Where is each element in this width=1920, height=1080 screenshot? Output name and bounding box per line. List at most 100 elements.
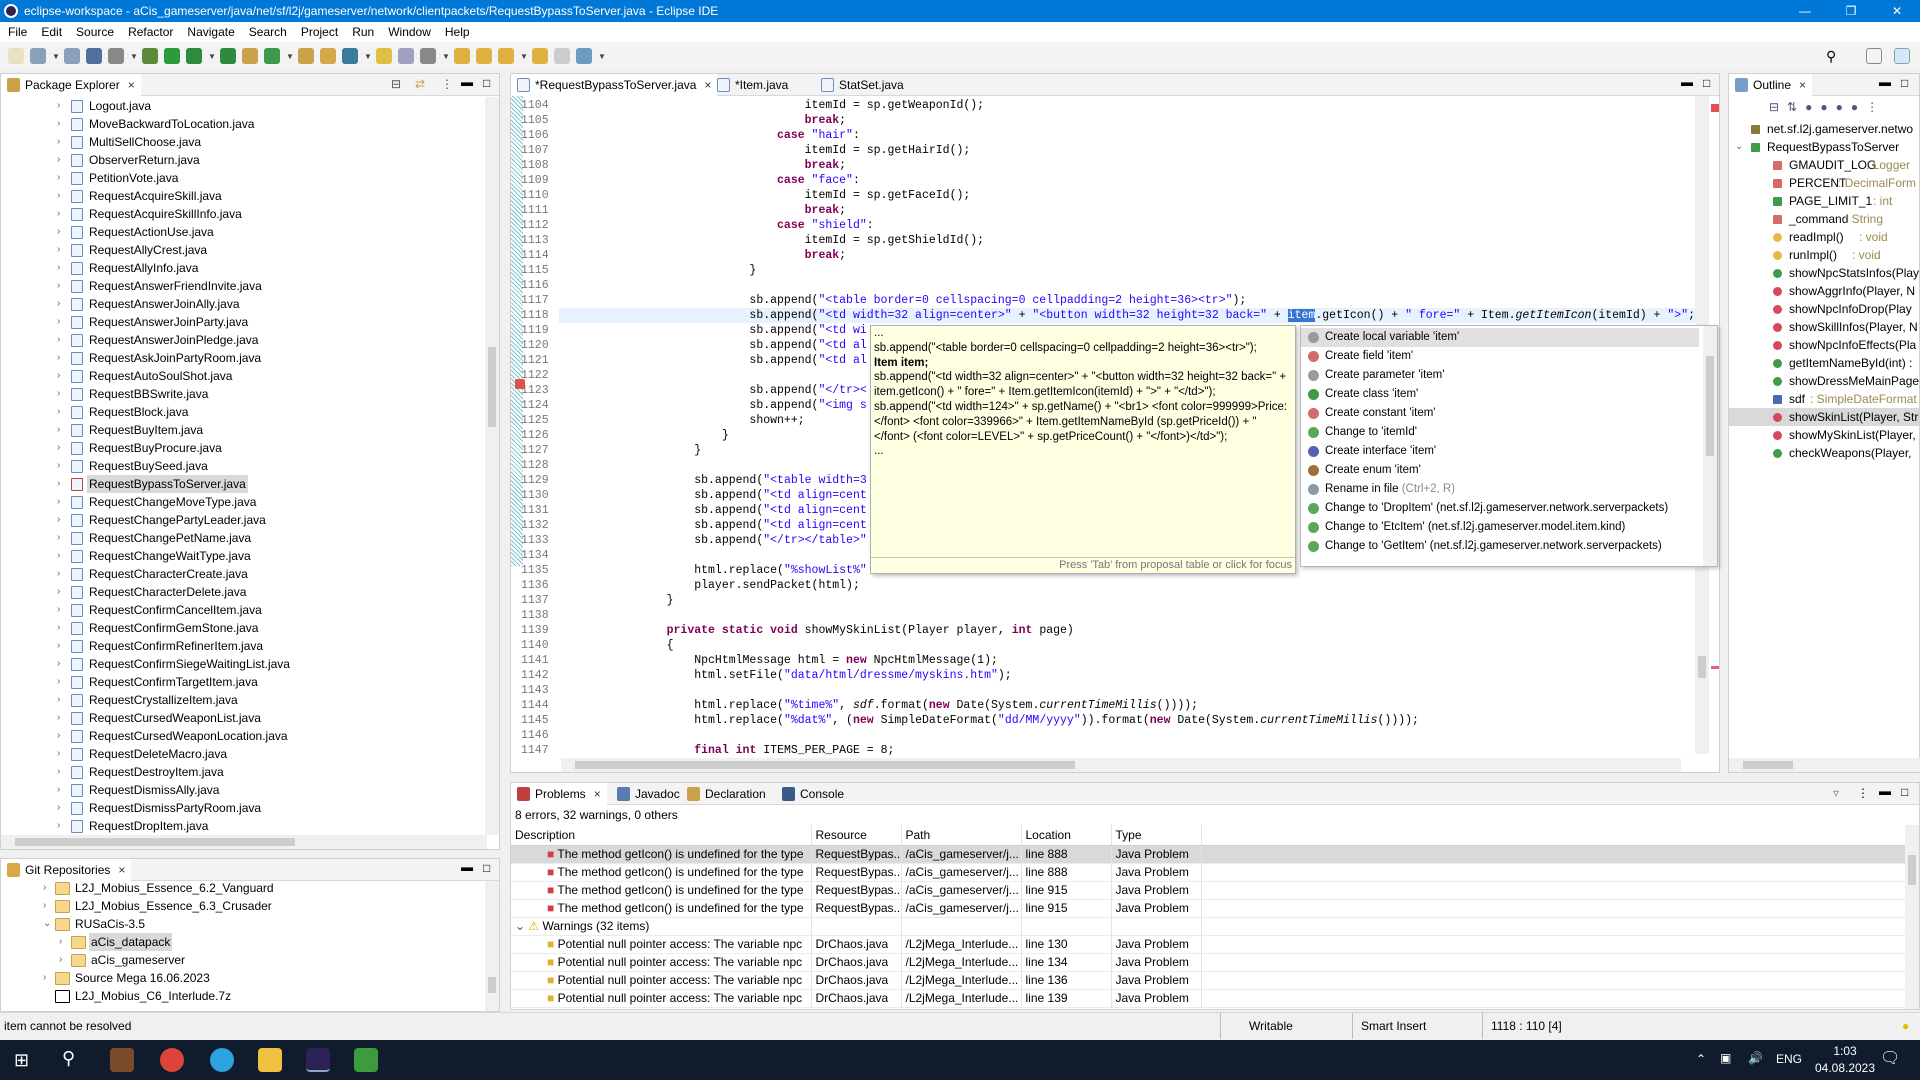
package-item[interactable]: › RequestAcquireSkillInfo.java bbox=[1, 205, 485, 223]
git-repo-item[interactable]: › Source Mega 16.06.2023 bbox=[1, 969, 485, 987]
package-item[interactable]: › RequestBypassToServer.java bbox=[1, 475, 485, 493]
new-java-class-icon[interactable] bbox=[264, 48, 280, 64]
chevron-right-icon[interactable]: › bbox=[57, 97, 67, 115]
column-header[interactable]: Type bbox=[1111, 825, 1202, 846]
table-row[interactable]: ■ Potential null pointer access: The var… bbox=[511, 989, 1906, 1008]
chevron-right-icon[interactable]: › bbox=[57, 727, 67, 745]
package-item[interactable]: › RequestDropItem.java bbox=[1, 817, 485, 835]
package-item[interactable]: › RequestBuySeed.java bbox=[1, 457, 485, 475]
link-with-editor-icon[interactable]: ⇄ bbox=[415, 77, 425, 91]
outline-item[interactable]: showAggrInfo(Player, N bbox=[1729, 282, 1919, 300]
outline-item[interactable]: sdf : SimpleDateFormat bbox=[1729, 390, 1919, 408]
maximize-icon[interactable]: □ bbox=[483, 76, 490, 90]
code-line[interactable]: 1108 break; bbox=[511, 158, 1705, 173]
chevron-right-icon[interactable]: › bbox=[57, 619, 67, 637]
previous-annotation-icon[interactable] bbox=[476, 48, 492, 64]
maximize-icon[interactable]: □ bbox=[1901, 76, 1908, 90]
package-item[interactable]: › RequestBlock.java bbox=[1, 403, 485, 421]
notifications-icon[interactable]: 🗨 bbox=[1880, 1048, 1900, 1068]
outline-item[interactable]: showNpcInfoEffects(Pla bbox=[1729, 336, 1919, 354]
tab-javadoc[interactable]: Javadoc bbox=[611, 783, 686, 805]
filter-icon[interactable]: ▿ bbox=[1833, 786, 1839, 800]
clock-date[interactable]: 04.08.2023 bbox=[1810, 1061, 1880, 1075]
dropdown-arrow-icon[interactable]: ▼ bbox=[520, 52, 528, 61]
outline-item[interactable]: PAGE_LIMIT_1 : int bbox=[1729, 192, 1919, 210]
chevron-right-icon[interactable]: › bbox=[57, 133, 67, 151]
chevron-right-icon[interactable]: › bbox=[57, 547, 67, 565]
table-row[interactable]: ■ The method getIcon() is undefined for … bbox=[511, 899, 1906, 918]
selected-word[interactable]: item bbox=[1287, 309, 1316, 322]
problem-hover-popup[interactable]: ... sb.append("<table border=0 cellspacin… bbox=[870, 325, 1296, 574]
outline-item[interactable]: showNpcStatsInfos(Play bbox=[1729, 264, 1919, 282]
start-button[interactable]: ⊞ bbox=[14, 1050, 29, 1071]
chevron-down-icon[interactable]: ⌄ bbox=[43, 915, 53, 933]
package-item[interactable]: › RequestBBSwrite.java bbox=[1, 385, 485, 403]
coverage-icon[interactable] bbox=[186, 48, 202, 64]
outline-item[interactable]: ⌄ RequestBypassToServer bbox=[1729, 138, 1919, 156]
debug-icon[interactable] bbox=[142, 48, 158, 64]
chevron-down-icon[interactable]: ⌄ bbox=[515, 919, 528, 933]
restore-button[interactable]: ❐ bbox=[1828, 0, 1874, 22]
network-icon[interactable]: ▣ bbox=[1720, 1051, 1731, 1065]
chevron-right-icon[interactable]: › bbox=[57, 295, 67, 313]
maximize-icon[interactable]: □ bbox=[1703, 76, 1710, 90]
package-item[interactable]: › RequestDeleteMacro.java bbox=[1, 745, 485, 763]
search-icon[interactable]: ⚲ bbox=[62, 1048, 75, 1069]
run-icon[interactable] bbox=[164, 48, 180, 64]
menu-project[interactable]: Project bbox=[301, 25, 338, 39]
code-line[interactable]: 1105 break; bbox=[511, 113, 1705, 128]
dropdown-arrow-icon[interactable]: ▼ bbox=[286, 52, 294, 61]
new-java-project-icon[interactable] bbox=[242, 48, 258, 64]
code-line[interactable]: 1141 NpcHtmlMessage html = new NpcHtmlMe… bbox=[511, 653, 1705, 668]
quick-fix-item[interactable]: Rename in file (Ctrl+2, R) bbox=[1301, 480, 1699, 499]
tab-console[interactable]: Console bbox=[776, 783, 850, 805]
menu-search[interactable]: Search bbox=[249, 25, 287, 39]
package-item[interactable]: › RequestConfirmTargetItem.java bbox=[1, 673, 485, 691]
tab-problems[interactable]: Problems × bbox=[511, 783, 607, 805]
problems-vertical-scrollbar[interactable] bbox=[1905, 825, 1919, 1009]
git-repo-item[interactable]: › aCis_datapack bbox=[1, 933, 485, 951]
overview-marker[interactable] bbox=[1711, 666, 1719, 669]
code-line[interactable]: 1142 html.setFile("data/html/dressme/mys… bbox=[511, 668, 1705, 683]
package-item[interactable]: › PetitionVote.java bbox=[1, 169, 485, 187]
chevron-right-icon[interactable]: › bbox=[57, 493, 67, 511]
chevron-right-icon[interactable]: › bbox=[57, 781, 67, 799]
close-icon[interactable]: × bbox=[594, 787, 601, 801]
package-item[interactable]: › RequestChangeMoveType.java bbox=[1, 493, 485, 511]
code-line[interactable]: 1139 private static void showMySkinList(… bbox=[511, 623, 1705, 638]
code-line[interactable]: 1138 bbox=[511, 608, 1705, 623]
volume-icon[interactable]: 🔊 bbox=[1748, 1051, 1763, 1065]
clock-time[interactable]: 1:03 bbox=[1822, 1044, 1868, 1058]
outline-horizontal-scrollbar[interactable] bbox=[1729, 758, 1920, 772]
git-repo-item[interactable]: › L2J_Mobius_Essence_6.3_Crusader bbox=[1, 897, 485, 915]
outline-item[interactable]: PERCENT : DecimalForm bbox=[1729, 174, 1919, 192]
package-item[interactable]: › RequestDestroyItem.java bbox=[1, 763, 485, 781]
chevron-down-icon[interactable]: ⌄ bbox=[1735, 138, 1745, 156]
package-item[interactable]: › RequestAnswerJoinPledge.java bbox=[1, 331, 485, 349]
menu-source[interactable]: Source bbox=[76, 25, 114, 39]
show-whitespace-icon[interactable] bbox=[420, 48, 436, 64]
outline-item[interactable]: net.sf.l2j.gameserver.netwo bbox=[1729, 120, 1919, 138]
chevron-right-icon[interactable]: › bbox=[57, 763, 67, 781]
menu-help[interactable]: Help bbox=[445, 25, 470, 39]
chrome-icon[interactable] bbox=[160, 1048, 184, 1072]
code-line[interactable]: 1106 case "hair": bbox=[511, 128, 1705, 143]
last-edit-icon[interactable] bbox=[498, 48, 514, 64]
package-item[interactable]: › RequestAutoSoulShot.java bbox=[1, 367, 485, 385]
package-horizontal-scrollbar[interactable] bbox=[1, 835, 487, 849]
code-line[interactable]: 1137 } bbox=[511, 593, 1705, 608]
collapse-all-icon[interactable]: ⊟ bbox=[391, 77, 401, 91]
code-line[interactable]: 1118 sb.append("<td width=32 align=cente… bbox=[521, 308, 1705, 323]
quick-fix-scrollbar[interactable] bbox=[1703, 326, 1717, 566]
package-item[interactable]: › RequestChangePetName.java bbox=[1, 529, 485, 547]
outline-item[interactable]: GMAUDIT_LOG : Logger bbox=[1729, 156, 1919, 174]
package-item[interactable]: › RequestActionUse.java bbox=[1, 223, 485, 241]
chevron-right-icon[interactable]: › bbox=[59, 933, 69, 951]
dropdown-arrow-icon[interactable]: ▼ bbox=[208, 52, 216, 61]
telegram-icon[interactable] bbox=[210, 1048, 234, 1072]
close-button[interactable]: ✕ bbox=[1874, 0, 1920, 22]
chevron-right-icon[interactable]: › bbox=[57, 385, 67, 403]
column-header[interactable]: Resource bbox=[811, 825, 902, 846]
open-type-icon[interactable] bbox=[298, 48, 314, 64]
minimize-button[interactable]: — bbox=[1782, 0, 1828, 22]
